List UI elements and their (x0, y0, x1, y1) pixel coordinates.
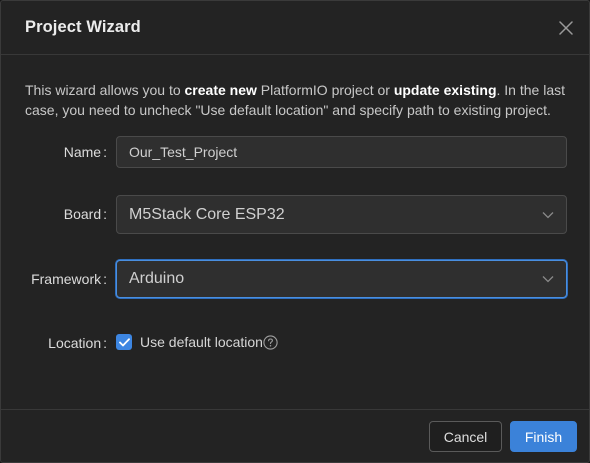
emphasis-update-existing: update existing (393, 82, 497, 98)
checkmark-icon (118, 337, 130, 346)
framework-select-value: Arduino (129, 270, 185, 287)
board-select[interactable]: M5Stack Core ESP32 (116, 195, 567, 234)
emphasis-create-new: create new (184, 82, 257, 98)
board-label: Board: (63, 206, 107, 222)
chevron-down-icon (542, 276, 554, 283)
board-select-value: M5Stack Core ESP32 (129, 205, 285, 223)
wizard-description: This wizard allows you to create new Pla… (25, 82, 565, 118)
close-button[interactable] (553, 15, 579, 41)
project-wizard-dialog: Project Wizard This wizard allows you to… (0, 0, 590, 463)
framework-select[interactable]: Arduino (116, 260, 567, 298)
name-label: Name: (63, 144, 107, 160)
use-default-location-checkbox[interactable] (116, 334, 132, 350)
location-label: Location: (48, 335, 107, 351)
finish-button[interactable]: Finish (510, 421, 577, 452)
dialog-footer: Cancel Finish (1, 409, 589, 462)
use-default-location-label[interactable]: Use default location (140, 334, 263, 350)
question-circle-icon[interactable] (263, 335, 278, 350)
name-input-value: Our_Test_Project (129, 144, 238, 160)
close-icon (559, 21, 573, 35)
name-input[interactable]: Our_Test_Project (116, 136, 567, 168)
chevron-down-icon (542, 211, 554, 218)
dialog-header: Project Wizard (1, 1, 589, 55)
framework-label: Framework: (31, 271, 107, 287)
cancel-button[interactable]: Cancel (429, 421, 502, 452)
dialog-title: Project Wizard (25, 18, 141, 36)
